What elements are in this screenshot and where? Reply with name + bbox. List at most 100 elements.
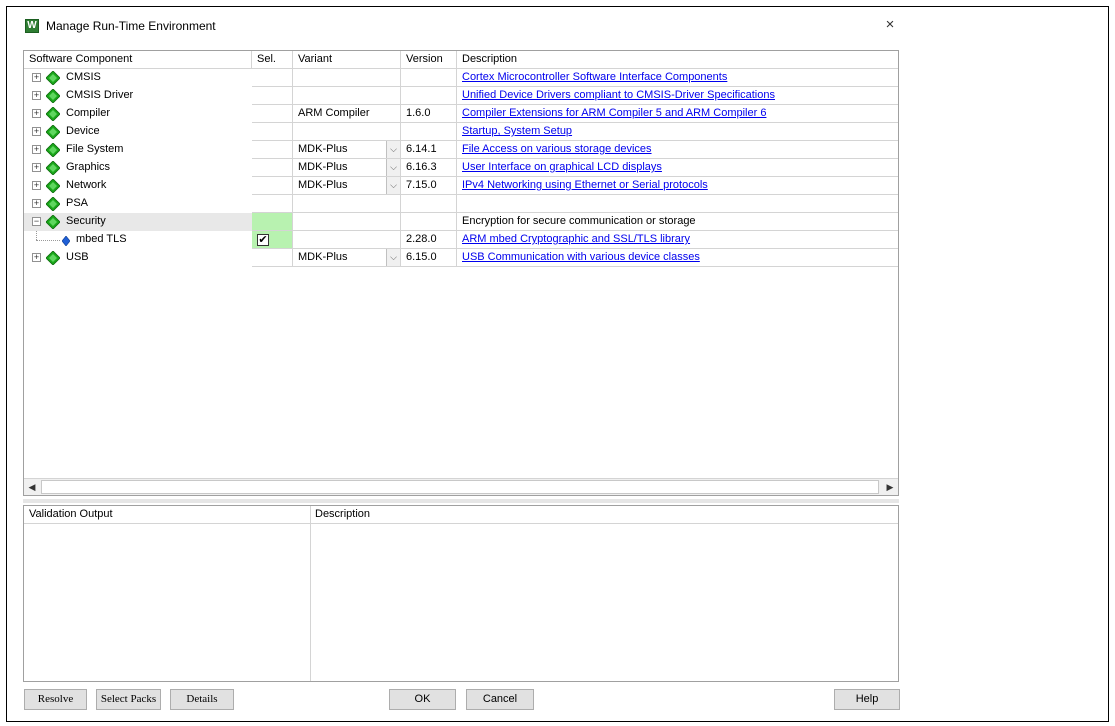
- description-cell[interactable]: File Access on various storage devices: [457, 141, 898, 159]
- expand-icon[interactable]: +: [32, 109, 41, 118]
- close-icon: ×: [885, 16, 895, 33]
- description-link[interactable]: File Access on various storage devices: [462, 143, 652, 155]
- table-row[interactable]: + Network MDK-Plus ⌵ 7.15.0 IPv4 Networking u…: [24, 177, 898, 195]
- chevron-down-icon[interactable]: ⌵: [386, 141, 400, 158]
- description-cell[interactable]: ARM mbed Cryptographic and SSL/TLS libra…: [457, 231, 898, 249]
- ok-button[interactable]: OK: [389, 689, 456, 710]
- header-description[interactable]: Description: [457, 51, 898, 69]
- expand-icon[interactable]: +: [32, 253, 41, 262]
- chevron-down-icon[interactable]: ⌵: [386, 159, 400, 176]
- variant-cell[interactable]: MDK-Plus ⌵: [293, 177, 401, 195]
- description-link[interactable]: Cortex Microcontroller Software Interfac…: [462, 71, 727, 83]
- pane-splitter[interactable]: [23, 499, 899, 503]
- table-row[interactable]: + CMSIS Cortex Microcontroller Software In…: [24, 69, 898, 87]
- component-diamond-icon: [45, 214, 61, 230]
- scroll-right-icon[interactable]: ▶: [882, 480, 898, 494]
- table-row[interactable]: + CMSIS Driver Unified Device Drivers comp…: [24, 87, 898, 105]
- component-name-cell[interactable]: + PSA: [24, 195, 252, 213]
- component-diamond-icon: [45, 88, 61, 104]
- table-row[interactable]: − Security Encryption for secure communica…: [24, 213, 898, 231]
- table-row[interactable]: mbed TLS ✔ 2.28.0 ARM mbed Cryptographic an…: [24, 231, 898, 249]
- table-row[interactable]: + USB MDK-Plus ⌵ 6.15.0 USB Communication wit…: [24, 249, 898, 267]
- description-cell[interactable]: Cortex Microcontroller Software Interfac…: [457, 69, 898, 87]
- expand-icon[interactable]: +: [32, 145, 41, 154]
- variant-cell[interactable]: MDK-Plus ⌵: [293, 141, 401, 159]
- sel-cell[interactable]: [252, 195, 293, 213]
- header-validation-output[interactable]: Validation Output: [24, 506, 310, 524]
- header-software-component[interactable]: Software Component: [24, 51, 252, 69]
- description-link[interactable]: IPv4 Networking using Ethernet or Serial…: [462, 179, 708, 191]
- select-checkbox[interactable]: ✔: [257, 234, 269, 246]
- close-button[interactable]: ×: [880, 16, 900, 36]
- variant-value: ARM Compiler: [298, 107, 370, 119]
- component-name-cell[interactable]: + CMSIS Driver: [24, 87, 252, 105]
- description-cell[interactable]: IPv4 Networking using Ethernet or Serial…: [457, 177, 898, 195]
- component-name-cell[interactable]: + Network: [24, 177, 252, 195]
- header-validation-description[interactable]: Description: [310, 506, 898, 524]
- description-link[interactable]: Startup, System Setup: [462, 125, 572, 137]
- component-name-cell[interactable]: mbed TLS: [24, 231, 252, 249]
- description-cell[interactable]: Compiler Extensions for ARM Compiler 5 a…: [457, 105, 898, 123]
- chevron-down-icon[interactable]: ⌵: [386, 177, 400, 194]
- scroll-left-icon[interactable]: ◀: [24, 480, 40, 494]
- component-name-cell[interactable]: + CMSIS: [24, 69, 252, 87]
- sel-cell[interactable]: [252, 123, 293, 141]
- table-row[interactable]: + Graphics MDK-Plus ⌵ 6.16.3 User Interface o…: [24, 159, 898, 177]
- component-name-cell[interactable]: + USB: [24, 249, 252, 267]
- version-cell: 6.14.1: [401, 141, 457, 159]
- component-name-cell[interactable]: − Security: [24, 213, 252, 231]
- help-button[interactable]: Help: [834, 689, 900, 710]
- header-sel[interactable]: Sel.: [252, 51, 293, 69]
- table-row[interactable]: + File System MDK-Plus ⌵ 6.14.1 File Access o…: [24, 141, 898, 159]
- header-variant[interactable]: Variant: [293, 51, 401, 69]
- description-link[interactable]: USB Communication with various device cl…: [462, 251, 700, 263]
- component-name-cell[interactable]: + File System: [24, 141, 252, 159]
- sel-cell[interactable]: ✔: [252, 231, 293, 249]
- table-row[interactable]: + Device Startup, System Setup: [24, 123, 898, 141]
- component-diamond-icon: [45, 196, 61, 212]
- select-packs-button[interactable]: Select Packs: [96, 689, 161, 710]
- variant-cell[interactable]: MDK-Plus ⌵: [293, 249, 401, 267]
- sel-cell[interactable]: [252, 213, 293, 231]
- description-cell[interactable]: Startup, System Setup: [457, 123, 898, 141]
- expand-icon[interactable]: +: [32, 181, 41, 190]
- sel-cell[interactable]: [252, 177, 293, 195]
- description-cell[interactable]: USB Communication with various device cl…: [457, 249, 898, 267]
- resolve-button[interactable]: Resolve: [24, 689, 87, 710]
- sel-cell[interactable]: [252, 69, 293, 87]
- header-version[interactable]: Version: [401, 51, 457, 69]
- table-row[interactable]: + PSA: [24, 195, 898, 213]
- component-diamond-icon: [45, 70, 61, 86]
- description-cell[interactable]: User Interface on graphical LCD displays: [457, 159, 898, 177]
- component-name-cell[interactable]: + Device: [24, 123, 252, 141]
- description-link[interactable]: Compiler Extensions for ARM Compiler 5 a…: [462, 107, 766, 119]
- sel-cell[interactable]: [252, 141, 293, 159]
- keil-app-icon: W: [25, 19, 39, 33]
- description-link[interactable]: ARM mbed Cryptographic and SSL/TLS libra…: [462, 233, 690, 245]
- sel-cell[interactable]: [252, 159, 293, 177]
- component-label: Device: [66, 125, 100, 137]
- expand-icon[interactable]: +: [32, 91, 41, 100]
- details-button[interactable]: Details: [170, 689, 234, 710]
- table-row[interactable]: + Compiler ARM Compiler 1.6.0 Compiler Exten…: [24, 105, 898, 123]
- variant-cell: [293, 69, 401, 87]
- version-cell: [401, 195, 457, 213]
- component-name-cell[interactable]: + Compiler: [24, 105, 252, 123]
- expand-icon[interactable]: +: [32, 199, 41, 208]
- description-link[interactable]: Unified Device Drivers compliant to CMSI…: [462, 89, 775, 101]
- expand-icon[interactable]: +: [32, 163, 41, 172]
- sel-cell[interactable]: [252, 105, 293, 123]
- chevron-down-icon[interactable]: ⌵: [386, 249, 400, 266]
- horizontal-scrollbar[interactable]: ◀ ▶: [24, 478, 898, 495]
- variant-cell[interactable]: MDK-Plus ⌵: [293, 159, 401, 177]
- component-name-cell[interactable]: + Graphics: [24, 159, 252, 177]
- scrollbar-thumb[interactable]: [41, 480, 879, 494]
- expand-icon[interactable]: +: [32, 73, 41, 82]
- sel-cell[interactable]: [252, 87, 293, 105]
- cancel-button[interactable]: Cancel: [466, 689, 534, 710]
- collapse-icon[interactable]: −: [32, 217, 41, 226]
- description-cell[interactable]: Unified Device Drivers compliant to CMSI…: [457, 87, 898, 105]
- description-link[interactable]: User Interface on graphical LCD displays: [462, 161, 662, 173]
- sel-cell[interactable]: [252, 249, 293, 267]
- expand-icon[interactable]: +: [32, 127, 41, 136]
